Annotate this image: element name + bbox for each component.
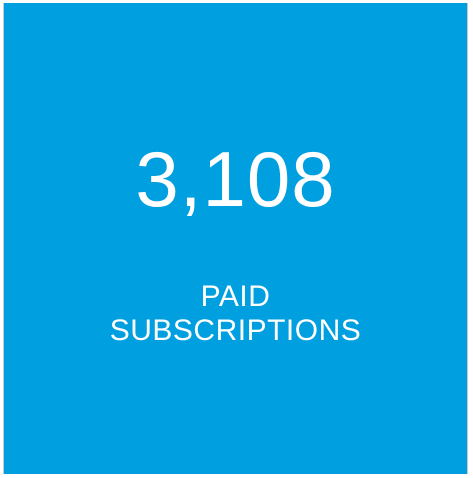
stat-tile: 3,108 PAID SUBSCRIPTIONS (3, 3, 468, 474)
stat-value: 3,108 (135, 135, 336, 223)
stat-label-line-2: SUBSCRIPTIONS (109, 314, 362, 347)
stat-label: PAID SUBSCRIPTIONS (4, 280, 467, 348)
stat-label-line-1: PAID (200, 280, 271, 313)
